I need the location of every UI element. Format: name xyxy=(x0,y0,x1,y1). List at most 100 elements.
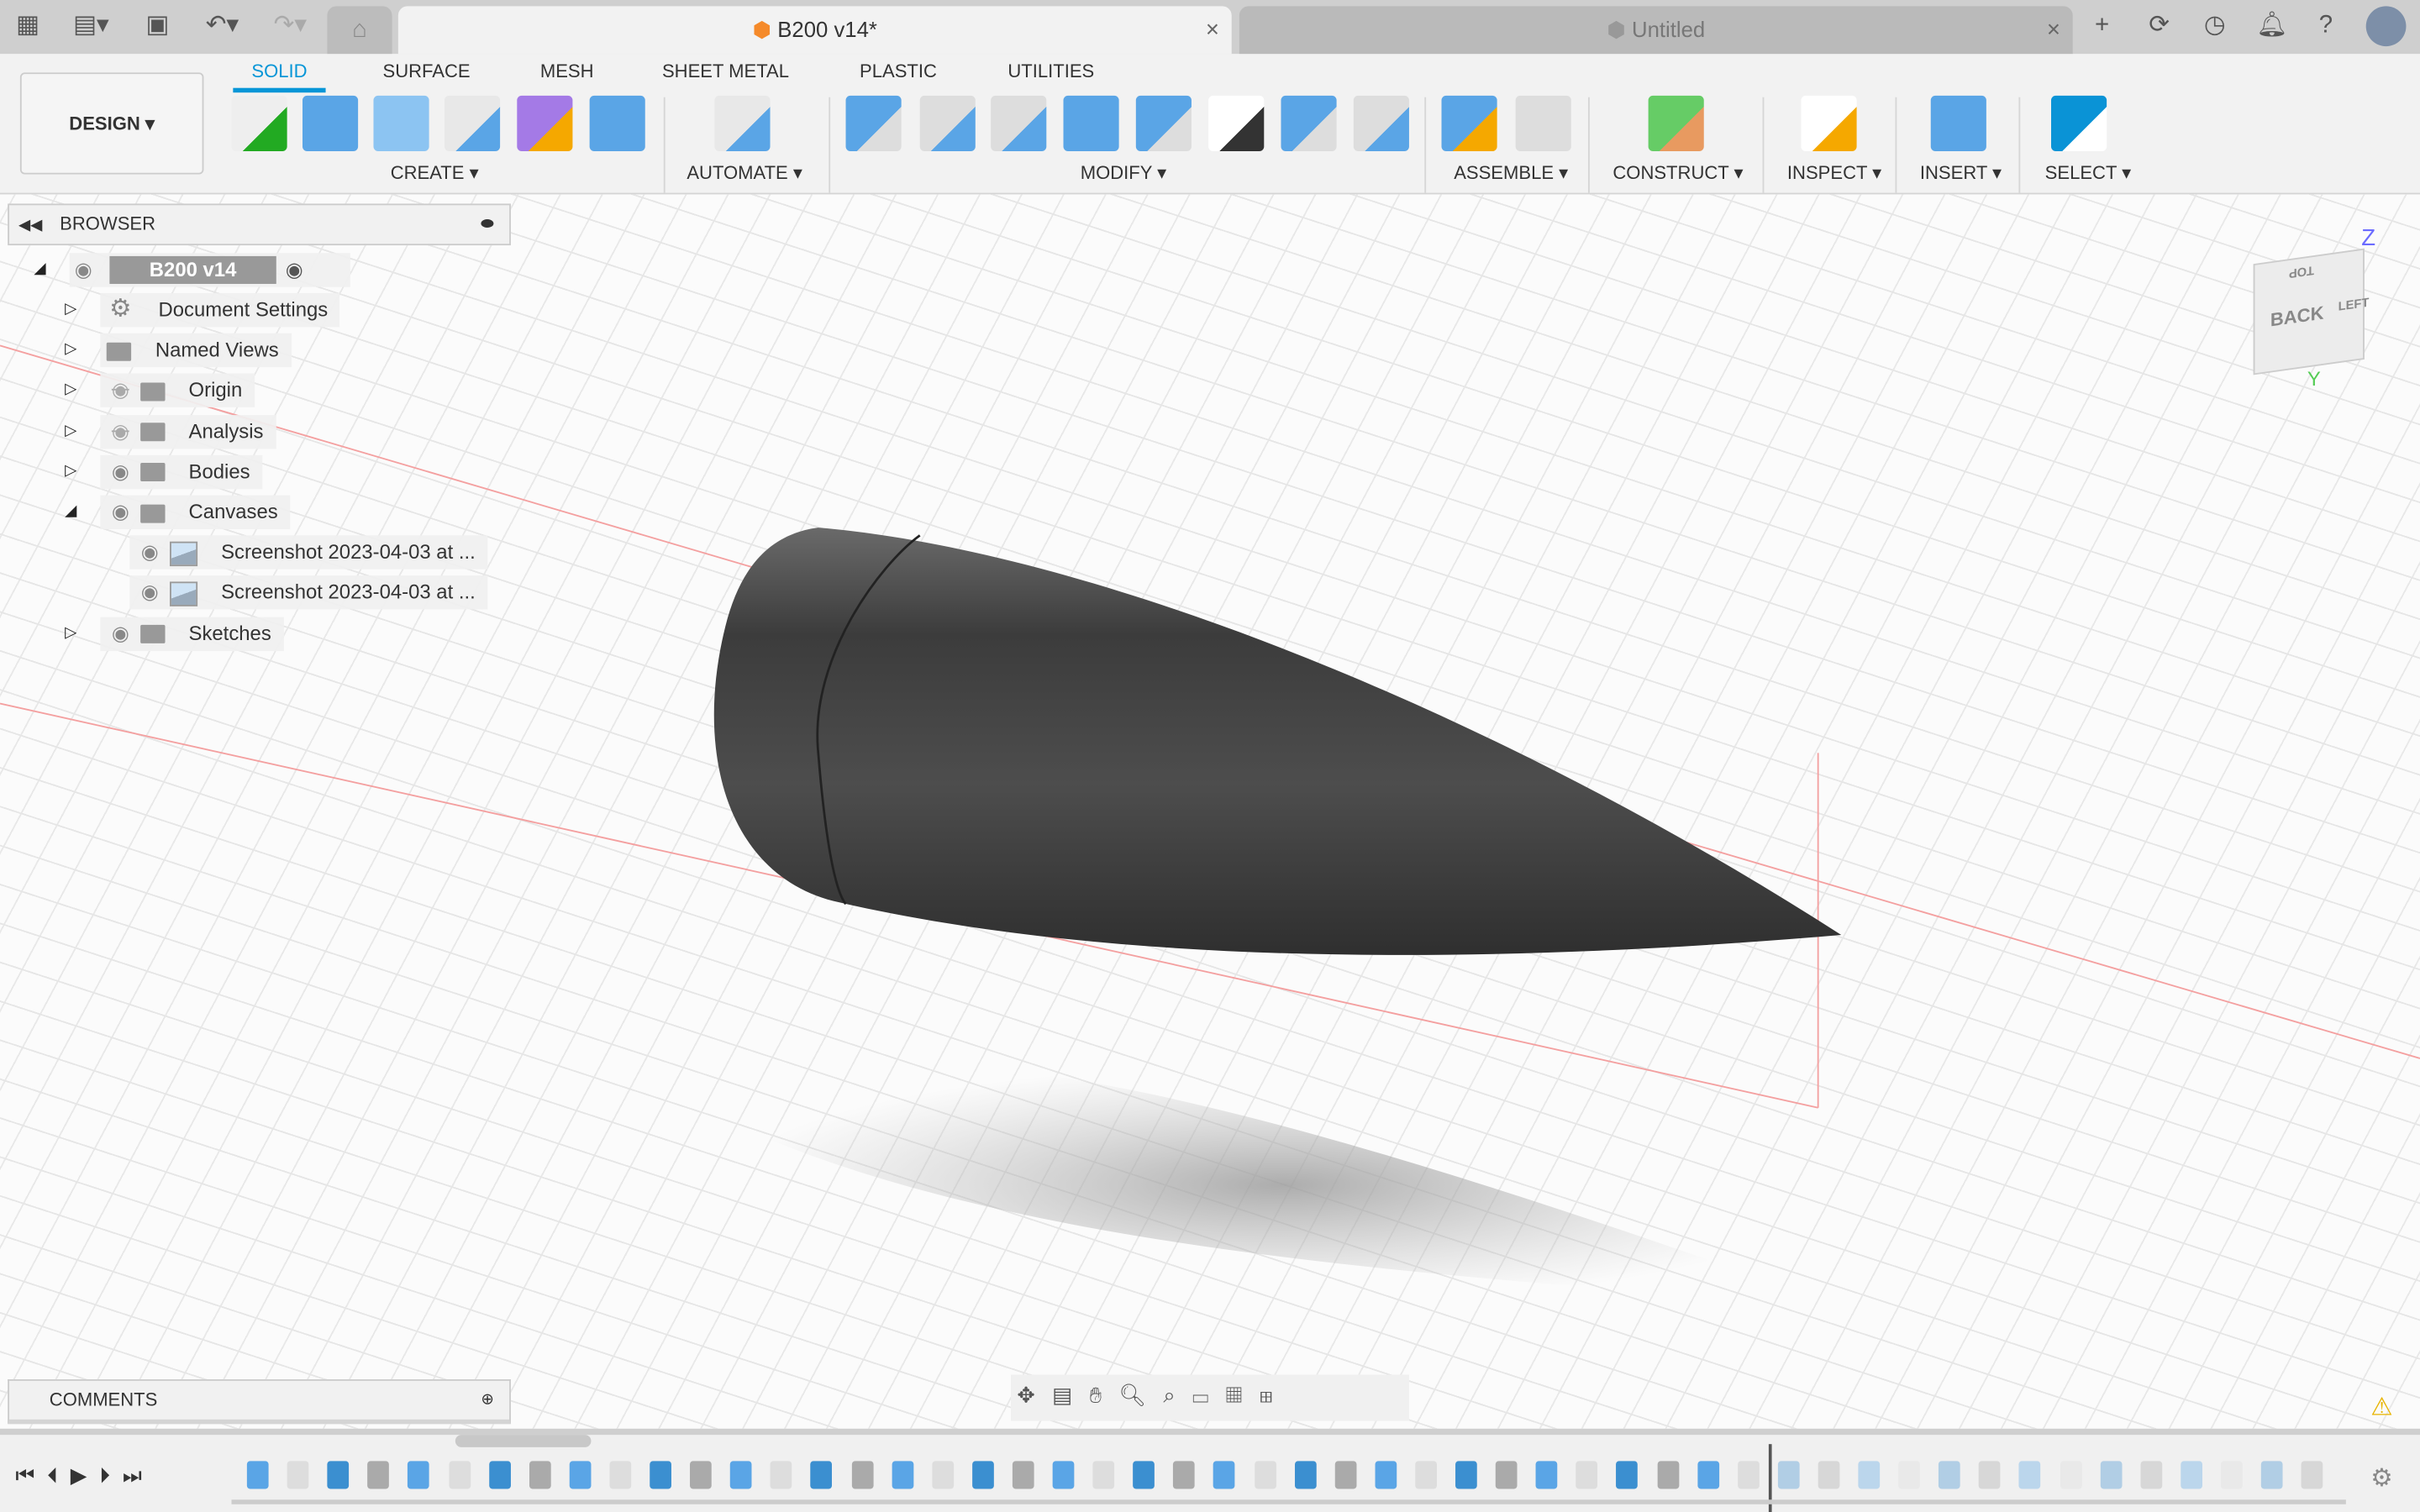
tab-plastic[interactable]: PLASTIC xyxy=(860,60,937,82)
browser-item-row[interactable]: ⚙ Document Settings xyxy=(100,292,340,328)
timeline-feature-icon[interactable] xyxy=(1576,1461,1598,1489)
expand-arrow-icon[interactable]: ▷ xyxy=(65,463,76,480)
assemble-menu[interactable]: ASSEMBLE ▾ xyxy=(1454,162,1568,184)
eye-icon[interactable]: ◉ xyxy=(107,617,134,650)
construct-menu[interactable]: CONSTRUCT ▾ xyxy=(1612,162,1743,184)
timeline-feature-icon[interactable] xyxy=(1012,1461,1034,1489)
expand-comments-icon[interactable]: ⊕ xyxy=(481,1381,493,1420)
browser-item-row[interactable]: ◉ Screenshot 2023-04-03 at ... xyxy=(129,575,488,611)
joint-icon[interactable] xyxy=(1515,95,1571,151)
play-icon[interactable]: ▶︎ xyxy=(71,1462,99,1487)
timeline-feature-icon[interactable] xyxy=(931,1461,954,1489)
timeline-feature-icon[interactable] xyxy=(287,1461,309,1489)
viewports-icon[interactable]: ⊞ xyxy=(1260,1383,1291,1407)
document-tab-untitled[interactable]: ⬢ Untitled × xyxy=(1239,6,2073,55)
shell-icon[interactable] xyxy=(991,95,1047,151)
create-sketch-icon[interactable] xyxy=(231,95,287,151)
display-settings-icon[interactable]: ▭ xyxy=(1192,1383,1226,1407)
view-cube[interactable]: BACK TOP LEFT xyxy=(2253,248,2369,375)
timeline-feature-icon[interactable] xyxy=(2019,1461,2041,1489)
file-menu-icon[interactable]: ▤▾ xyxy=(68,13,114,40)
timeline-feature-icon[interactable] xyxy=(850,1461,873,1489)
browser-item-row[interactable]: ◉ Screenshot 2023-04-03 at ... xyxy=(129,535,488,570)
form-icon[interactable] xyxy=(517,95,573,151)
timeline-feature-icon[interactable] xyxy=(1213,1461,1236,1489)
timeline-feature-icon[interactable] xyxy=(1898,1461,1921,1489)
close-tab-icon[interactable]: × xyxy=(1206,6,1219,54)
collapse-arrow-icon[interactable]: ◢ xyxy=(65,503,76,520)
notifications-bell-icon[interactable]: 🔔︎ xyxy=(2256,13,2287,40)
timeline-feature-icon[interactable] xyxy=(1777,1461,1800,1489)
insert-canvas-icon[interactable] xyxy=(1930,95,1986,151)
browser-item-row[interactable]: ◉ Origin xyxy=(100,374,255,408)
look-at-icon[interactable]: ▤ xyxy=(1052,1383,1090,1407)
browser-root[interactable]: ◢ ◉ B200 v14 ◉ xyxy=(34,253,350,287)
timeline-feature-icon[interactable] xyxy=(1133,1461,1155,1489)
expand-arrow-icon[interactable]: ▷ xyxy=(65,423,76,439)
close-tab-icon[interactable]: × xyxy=(2047,6,2060,54)
timeline-feature-icon[interactable] xyxy=(2100,1461,2122,1489)
timeline-feature-icon[interactable] xyxy=(1616,1461,1639,1489)
eye-icon[interactable]: ◉ xyxy=(107,496,134,529)
timeline-feature-icon[interactable] xyxy=(1939,1461,1960,1489)
pan-hand-icon[interactable]: ✋︎ xyxy=(1090,1383,1119,1407)
offset-face-icon[interactable] xyxy=(1135,95,1192,151)
timeline-feature-icon[interactable] xyxy=(1334,1461,1356,1489)
step-back-icon[interactable]: ⏴︎ xyxy=(47,1462,71,1487)
timeline-feature-icon[interactable] xyxy=(327,1461,350,1489)
timeline-feature-icon[interactable] xyxy=(609,1461,632,1489)
timeline-feature-icon[interactable] xyxy=(2180,1461,2202,1489)
eye-hidden-icon[interactable]: ◉ xyxy=(107,414,134,448)
timeline-feature-icon[interactable] xyxy=(367,1461,390,1489)
timeline-feature-icon[interactable] xyxy=(891,1461,913,1489)
timeline-feature-icon[interactable] xyxy=(448,1461,471,1489)
eye-icon[interactable]: ◉ xyxy=(107,454,134,488)
new-component-icon[interactable] xyxy=(1441,95,1497,151)
eye-icon[interactable]: ◉ xyxy=(136,536,164,570)
document-tab-b200[interactable]: ⬢ B200 v14* × xyxy=(397,6,1232,55)
pin-icon[interactable]: ⬬ xyxy=(481,205,494,244)
timeline-feature-icon[interactable] xyxy=(1254,1461,1276,1489)
timeline-feature-icon[interactable] xyxy=(811,1461,833,1489)
eye-icon[interactable]: ◉ xyxy=(136,576,164,610)
select-menu[interactable]: SELECT ▾ xyxy=(2045,162,2132,184)
root-row[interactable]: ◉ B200 v14 ◉ xyxy=(69,253,350,287)
viewcube-left-face[interactable]: LEFT xyxy=(2338,296,2370,314)
timeline-feature-icon[interactable] xyxy=(2139,1461,2162,1489)
job-status-icon[interactable]: ◷ xyxy=(2201,13,2228,40)
timeline-feature-icon[interactable] xyxy=(569,1461,592,1489)
go-to-end-icon[interactable]: ⏭︎ xyxy=(123,1462,155,1487)
timeline-feature-icon[interactable] xyxy=(246,1461,269,1489)
timeline-feature-icon[interactable] xyxy=(1173,1461,1196,1489)
eye-icon[interactable]: ◉ xyxy=(70,253,97,286)
timeline-feature-icon[interactable] xyxy=(1375,1461,1397,1489)
timeline-feature-icon[interactable] xyxy=(1656,1461,1679,1489)
timeline-feature-icon[interactable] xyxy=(2220,1461,2243,1489)
sync-icon[interactable]: ⟳ xyxy=(2145,13,2173,40)
timeline-feature-icon[interactable] xyxy=(1858,1461,1881,1489)
timeline-feature-icon[interactable] xyxy=(690,1461,712,1489)
go-to-start-icon[interactable]: ⏮︎ xyxy=(15,1462,47,1487)
new-tab-icon[interactable]: + xyxy=(2088,13,2116,40)
viewcube-back-face[interactable]: BACK xyxy=(2270,302,2324,331)
automate-icon[interactable] xyxy=(714,95,771,151)
timeline-feature-icon[interactable] xyxy=(2301,1461,2323,1489)
timeline-feature-icon[interactable] xyxy=(1294,1461,1316,1489)
timeline-feature-icon[interactable] xyxy=(408,1461,430,1489)
tab-solid[interactable]: SOLID xyxy=(251,60,307,82)
workspace-switcher[interactable]: DESIGN ▾ xyxy=(19,72,204,175)
collapse-browser-icon[interactable]: ◀◀ xyxy=(18,218,42,234)
create-menu[interactable]: CREATE ▾ xyxy=(391,162,479,184)
timeline-feature-icon[interactable] xyxy=(2260,1461,2283,1489)
viewcube-top-face[interactable]: TOP xyxy=(2289,263,2314,281)
timeline-feature-icon[interactable] xyxy=(1092,1461,1115,1489)
expand-arrow-icon[interactable]: ▷ xyxy=(65,381,76,398)
fillet-icon[interactable] xyxy=(919,95,976,151)
collapse-arrow-icon[interactable]: ◢ xyxy=(34,260,45,277)
expand-arrow-icon[interactable]: ▷ xyxy=(65,341,76,358)
insert-menu[interactable]: INSERT ▾ xyxy=(1920,162,2002,184)
user-avatar[interactable] xyxy=(2365,6,2407,47)
automate-menu[interactable]: AUTOMATE ▾ xyxy=(687,162,802,184)
split-face-icon[interactable] xyxy=(1353,95,1409,151)
save-icon[interactable]: ▣ xyxy=(144,13,171,40)
